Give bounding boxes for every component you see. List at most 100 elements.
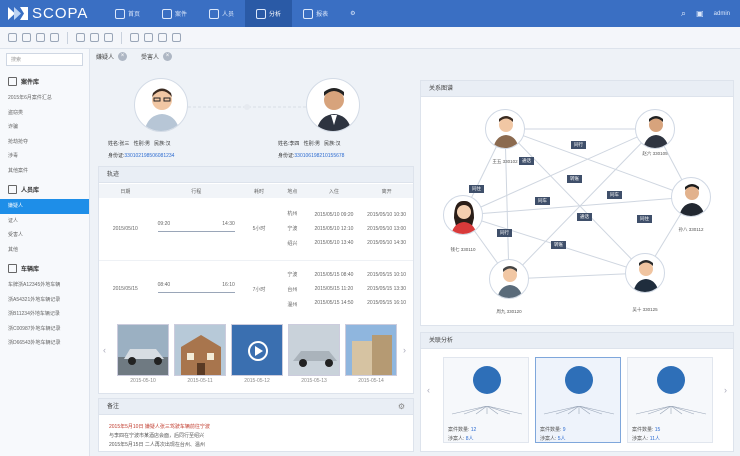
cell-duration: 5小时 [252, 226, 266, 233]
logo-text: SCOPA [32, 5, 89, 22]
home-small-icon[interactable] [50, 33, 59, 42]
person-left-avatar[interactable] [134, 78, 188, 132]
app-logo[interactable]: SCOPA [0, 5, 104, 22]
nav-item-settings[interactable]: ⚙ [339, 0, 366, 27]
photo-thumb[interactable] [174, 324, 226, 376]
edge-label[interactable]: 转账 [551, 241, 566, 249]
settings-icon[interactable]: ⚙ [398, 402, 405, 411]
route-from: 09:20 [157, 221, 171, 228]
back-icon[interactable] [8, 33, 17, 42]
graph-node-name: 钱七 330110 [450, 247, 476, 252]
photo-thumb[interactable] [345, 324, 397, 376]
case-icon [162, 8, 173, 19]
remarks-panel: 备注 ⚙ 2015年5月10日 嫌疑人张三驾驶车辆前往宁波 与李四在宁波市某酒店… [98, 398, 414, 452]
association-card[interactable]: 案件数量: 9 涉案人: 5人 [535, 357, 621, 443]
next-arrow-icon[interactable]: › [403, 345, 406, 355]
sidebar-item[interactable]: 抢劫抢夺 [0, 135, 89, 150]
sidebar-item[interactable]: 盗窃类 [0, 106, 89, 121]
association-card[interactable]: 案件数量: 12 涉案人: 8人 [443, 357, 529, 443]
col-header: 入住 [307, 184, 361, 198]
notification-icon[interactable]: ▣ [696, 9, 704, 18]
forward-icon[interactable] [22, 33, 31, 42]
sidebar-item[interactable]: 其他案件 [0, 164, 89, 179]
import-icon[interactable] [144, 33, 153, 42]
sidebar-item[interactable]: 车牌浙A12345外地车辆 [0, 278, 89, 293]
search-icon[interactable]: ⌕ [681, 8, 686, 19]
man-portrait-icon [643, 116, 669, 148]
graph-node-avatar[interactable] [443, 195, 483, 235]
photo-thumb[interactable] [117, 324, 169, 376]
prev-arrow-icon[interactable]: ‹ [427, 385, 430, 395]
table-row[interactable]: 2015/05/15 08:40 16:10 7小时 宁波 台州 温州 2015/05… [99, 260, 413, 318]
graph-node-avatar[interactable] [635, 109, 675, 149]
sidebar-item[interactable]: 诈骗 [0, 120, 89, 135]
edge-label[interactable]: 同车 [535, 197, 550, 205]
edge-label[interactable]: 同行 [497, 229, 512, 237]
graph-node-avatar[interactable] [489, 259, 529, 299]
sidebar-item[interactable]: 受害人 [0, 228, 89, 243]
nav-item-analysis[interactable]: 分析 [245, 0, 293, 27]
card-fan-lines [635, 406, 707, 415]
nav-label: 报表 [316, 12, 329, 18]
sidebar-item[interactable]: 浙C00987外地车辆记录 [0, 322, 89, 337]
video-thumb[interactable] [231, 324, 283, 376]
sidebar-item[interactable]: 其他 [0, 243, 89, 258]
cell-in: 2015/05/10 09:20 2015/05/10 12:10 2015/05/… [314, 211, 354, 246]
filter-icon[interactable] [158, 33, 167, 42]
tab-suspect[interactable]: 嫌疑人 × [96, 52, 128, 61]
export-icon[interactable] [130, 33, 139, 42]
nav-item-reports[interactable]: 报表 [292, 0, 339, 27]
refresh-icon[interactable] [36, 33, 45, 42]
woman-portrait-icon [451, 200, 477, 234]
main-nav: 首页 案件 人员 分析 报表 ⚙ [104, 0, 366, 27]
sidebar-section-people[interactable]: 人员库 [0, 178, 89, 199]
graph-node-avatar[interactable] [671, 177, 711, 217]
nav-label: 人员 [222, 12, 235, 18]
sidebar-item[interactable]: 浙A54321外地车辆记录 [0, 293, 89, 308]
next-arrow-icon[interactable]: › [724, 385, 727, 395]
prev-arrow-icon[interactable]: ‹ [103, 345, 106, 355]
graph-node-avatar[interactable] [485, 109, 525, 149]
close-icon[interactable]: × [118, 52, 128, 61]
report-icon [303, 8, 314, 19]
delete-icon[interactable] [172, 33, 181, 42]
sidebar-item[interactable]: 浙B11234外地车辆记录 [0, 307, 89, 322]
graph-node-avatar[interactable] [625, 253, 665, 293]
person-right-avatar[interactable] [306, 78, 360, 132]
edge-label[interactable]: 通话 [519, 157, 534, 165]
edge-label[interactable]: 同住 [637, 215, 652, 223]
edge-label[interactable]: 同住 [469, 185, 484, 193]
edge-label[interactable]: 通话 [577, 213, 592, 221]
tab-label: 嫌疑人 [96, 55, 115, 61]
user-name[interactable]: admin [714, 11, 730, 17]
table-row[interactable]: 2015/05/10 09:20 14:30 5小时 杭州 宁波 绍兴 2015/05… [99, 198, 413, 260]
photo-thumb[interactable] [288, 324, 340, 376]
nav-item-home[interactable]: 首页 [104, 0, 151, 27]
association-card[interactable]: 案件数量: 15 涉案人: 11人 [627, 357, 713, 443]
close-icon[interactable]: × [163, 52, 173, 61]
sidebar-item[interactable]: 2015年6月案件汇总 [0, 91, 89, 106]
section-title: 车辆库 [21, 267, 40, 273]
tab-victim[interactable]: 受害人 × [141, 52, 173, 61]
sidebar-item[interactable]: 证人 [0, 214, 89, 229]
sidebar-item[interactable]: 嫌疑人 [0, 199, 89, 214]
connection-line [188, 104, 306, 110]
sidebar-section-cases[interactable]: 案件库 [0, 70, 89, 91]
edge-label[interactable]: 转账 [567, 175, 582, 183]
save-icon[interactable] [90, 33, 99, 42]
cell-out: 2015/05/15 10:10 2015/05/15 13:30 2015/05/… [367, 272, 407, 307]
vehicle-circle-icon [565, 366, 593, 394]
nav-item-people[interactable]: 人员 [198, 0, 245, 27]
photo-caption: 2015-05-14 [358, 378, 384, 384]
open-icon[interactable] [76, 33, 85, 42]
sidebar-item[interactable]: 浙D66543外地车辆记录 [0, 336, 89, 351]
remarks-title: 备注 [99, 399, 413, 415]
edge-label[interactable]: 同行 [571, 141, 586, 149]
sidebar-item[interactable]: 涉毒 [0, 149, 89, 164]
nav-item-cases[interactable]: 案件 [151, 0, 198, 27]
edge-label[interactable]: 同车 [607, 191, 622, 199]
graph-node-name: 吴十 330125 [632, 307, 658, 312]
sidebar-section-vehicles[interactable]: 车辆库 [0, 257, 89, 278]
print-icon[interactable] [104, 33, 113, 42]
sidebar-search-input[interactable]: 搜索 [6, 53, 83, 66]
